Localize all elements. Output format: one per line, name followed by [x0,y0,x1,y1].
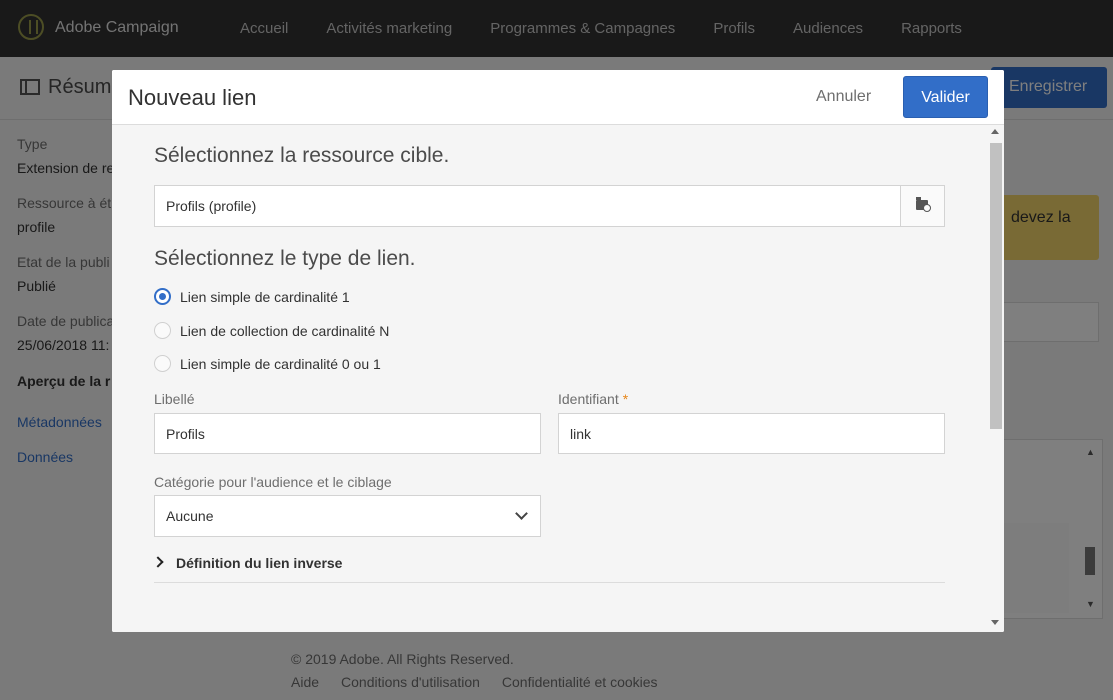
link-type-heading: Sélectionnez le type de lien. [154,247,416,270]
target-resource-field[interactable]: Profils (profile) [154,185,945,227]
identifier-input-value: link [570,426,592,442]
link-type-option-0-or-1[interactable]: Lien simple de cardinalité 0 ou 1 [154,355,381,372]
label-input[interactable]: Profils [154,413,541,454]
chevron-down-icon [515,507,528,520]
dialog-body: Sélectionnez la ressource cible. Profils… [112,125,1004,632]
dialog-header: Nouveau lien Annuler Valider [112,70,1004,125]
chevron-right-icon [152,556,164,568]
identifier-input[interactable]: link [558,413,945,454]
radio-button[interactable] [154,322,171,339]
browse-resource-button[interactable] [900,186,944,226]
validate-button[interactable]: Valider [903,76,988,118]
target-resource-value: Profils (profile) [166,198,257,214]
inverse-link-label: Définition du lien inverse [176,555,343,571]
required-marker: * [622,391,629,407]
identifier-label-text: Identifiant [558,391,619,407]
new-link-dialog: Nouveau lien Annuler Valider Sélectionne… [112,70,1004,632]
inverse-link-section-toggle[interactable]: Définition du lien inverse [152,554,945,583]
dialog-scrollbar[interactable] [986,125,1004,632]
scroll-up-arrow-icon[interactable] [991,129,999,134]
target-resource-heading: Sélectionnez la ressource cible. [154,144,450,167]
radio-button-checked[interactable] [154,288,171,305]
link-type-label: Lien simple de cardinalité 1 [180,288,350,305]
label-input-value: Profils [166,426,205,442]
radio-button[interactable] [154,355,171,372]
category-select-value: Aucune [166,508,214,524]
label-field-label: Libellé [154,391,195,407]
category-field-label: Catégorie pour l'audience et le ciblage [154,474,392,490]
scroll-down-arrow-icon[interactable] [991,620,999,625]
identifier-field-label: Identifiant * [558,391,628,407]
dialog-title: Nouveau lien [128,85,257,110]
cancel-button[interactable]: Annuler [816,88,871,106]
link-type-option-n[interactable]: Lien de collection de cardinalité N [154,322,389,339]
link-type-label: Lien de collection de cardinalité N [180,322,390,339]
link-type-label: Lien simple de cardinalité 0 ou 1 [180,355,381,372]
link-type-option-1[interactable]: Lien simple de cardinalité 1 [154,288,350,305]
category-select[interactable]: Aucune [154,495,541,537]
scrollbar-thumb[interactable] [990,143,1002,429]
folder-search-icon [916,197,931,212]
